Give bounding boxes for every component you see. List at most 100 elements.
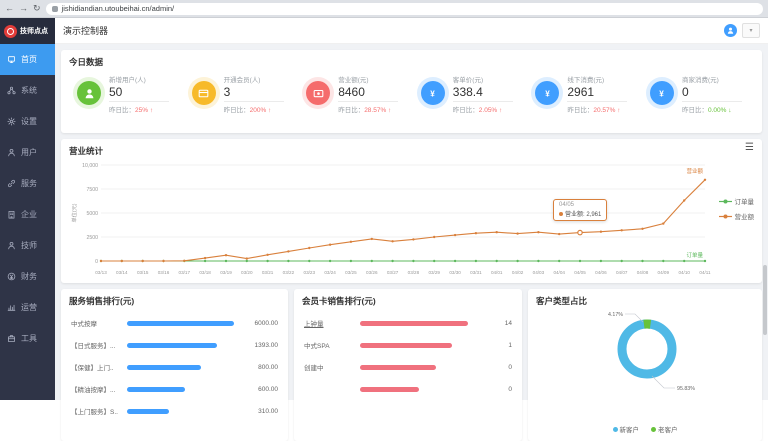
bar-chart-icon bbox=[7, 303, 16, 312]
svg-text:单位(元): 单位(元) bbox=[70, 203, 78, 222]
svg-text:03/18: 03/18 bbox=[199, 270, 211, 275]
sidebar-item-label: 工具 bbox=[21, 333, 37, 344]
rank-bar bbox=[127, 387, 185, 392]
sidebar-item-label: 运营 bbox=[21, 302, 37, 313]
today-stats-title: 今日数据 bbox=[61, 50, 762, 71]
rank-bar bbox=[360, 321, 468, 326]
svg-text:03/23: 03/23 bbox=[304, 270, 316, 275]
rank-value: 14 bbox=[474, 320, 512, 327]
stat-value: 0 bbox=[682, 85, 742, 99]
svg-text:7500: 7500 bbox=[86, 187, 98, 193]
rank-row: 【精油按摩】...600.00 bbox=[71, 378, 278, 400]
svg-text:04/03: 04/03 bbox=[533, 270, 545, 275]
stat-icon-circle bbox=[192, 81, 216, 105]
member-card-rank-panel: 会员卡销售排行(元) 上钟量14中式SPA1创建中00 bbox=[294, 289, 522, 441]
brand-logo-icon bbox=[4, 25, 17, 38]
slice-label: 95.83% bbox=[677, 386, 695, 392]
sidebar-item-services[interactable]: 服务 bbox=[0, 168, 55, 199]
rank-row: 【保健】上门..800.00 bbox=[71, 356, 278, 378]
sidebar-item-settings[interactable]: 设置 bbox=[0, 106, 55, 137]
divider bbox=[338, 101, 398, 102]
divider bbox=[453, 101, 513, 102]
svg-text:0: 0 bbox=[95, 259, 98, 265]
user-menu-button[interactable]: ▾ bbox=[742, 23, 760, 38]
svg-text:04/05: 04/05 bbox=[574, 270, 586, 275]
rank-value: 1393.00 bbox=[240, 342, 278, 349]
rank-row: 上钟量 14 bbox=[304, 312, 512, 334]
user-icon bbox=[7, 148, 16, 157]
sidebar-item-users[interactable]: 用户 bbox=[0, 137, 55, 168]
browser-refresh-icon[interactable]: ↻ bbox=[33, 4, 41, 13]
sidebar-item-tools[interactable]: 工具 bbox=[0, 323, 55, 354]
rank-bar bbox=[360, 387, 419, 392]
legend-item[interactable]: 营业额 bbox=[719, 211, 755, 221]
x-axis-labels: 03/1303/1403/1503/1603/1703/1803/1903/20… bbox=[95, 270, 711, 275]
customer-type-panel: 客户类型占比 4.17%95.83% 新客户老客户 bbox=[528, 289, 762, 441]
donut-legend-item[interactable]: 老客户 bbox=[651, 424, 678, 434]
rank-label[interactable]: 上钟量 bbox=[304, 318, 354, 328]
svg-text:¥: ¥ bbox=[660, 89, 665, 98]
page-title: 演示控制器 bbox=[63, 24, 108, 37]
address-bar[interactable]: jishidiandian.utoubeihai.cn/admin/ bbox=[46, 3, 763, 15]
divider bbox=[109, 101, 169, 102]
stat-change: 昨日比：20.57% ↑ bbox=[567, 104, 627, 114]
stat-value: 50 bbox=[109, 85, 169, 99]
scrollbar[interactable] bbox=[763, 265, 767, 335]
rank-bar-track bbox=[127, 365, 234, 370]
stat-value: 2961 bbox=[567, 85, 627, 99]
site-info-icon[interactable] bbox=[52, 6, 58, 12]
sidebar-item-operations[interactable]: 运营 bbox=[0, 292, 55, 323]
sidebar-item-label: 企业 bbox=[21, 209, 37, 220]
svg-text:04/09: 04/09 bbox=[658, 270, 670, 275]
sidebar-item-system[interactable]: 系统 bbox=[0, 75, 55, 106]
app-logo[interactable]: 技师点点 bbox=[0, 18, 55, 44]
chart-tooltip: 04/05 营业额: 2,961 bbox=[553, 199, 607, 221]
gear-icon bbox=[7, 117, 16, 126]
sidebar-item-label: 财务 bbox=[21, 271, 37, 282]
svg-text:03/20: 03/20 bbox=[241, 270, 253, 275]
rank-label: 【上门服务】S.. bbox=[71, 406, 121, 416]
svg-text:03/28: 03/28 bbox=[408, 270, 420, 275]
browser-back-icon[interactable]: ← bbox=[5, 4, 14, 13]
sidebar-item-finance[interactable]: 财务 bbox=[0, 261, 55, 292]
sidebar-item-company[interactable]: 企业 bbox=[0, 199, 55, 230]
member-card-rank-title: 会员卡销售排行(元) bbox=[294, 289, 522, 310]
sidebar-item-technicians[interactable]: 技师 bbox=[0, 230, 55, 261]
stat-change: 昨日比：28.57% ↑ bbox=[338, 104, 398, 114]
stat-icon-circle bbox=[77, 81, 101, 105]
donut-legend-item[interactable]: 新客户 bbox=[613, 424, 640, 434]
header-right: ▾ bbox=[724, 23, 760, 38]
rank-label: 【日式服务】... bbox=[71, 340, 121, 350]
svg-text:03/13: 03/13 bbox=[95, 270, 107, 275]
svg-text:营业额: 营业额 bbox=[686, 167, 703, 175]
sidebar-item-label: 系统 bbox=[21, 85, 37, 96]
member-card-rank-rows: 上钟量14中式SPA1创建中00 bbox=[294, 310, 522, 400]
browser-toolbar: ← → ↻ jishidiandian.utoubeihai.cn/admin/ bbox=[0, 0, 768, 18]
svg-text:03/29: 03/29 bbox=[428, 270, 440, 275]
tooltip-date: 04/05 bbox=[559, 202, 601, 208]
service-rank-title: 服务销售排行(元) bbox=[61, 289, 288, 310]
svg-text:03/16: 03/16 bbox=[158, 270, 170, 275]
legend-dot-icon bbox=[613, 427, 618, 432]
rank-row: 创建中0 bbox=[304, 356, 512, 378]
stat-card: 新增用户(人)50昨日比：25% ↑ bbox=[73, 74, 177, 114]
chevron-down-icon: ▾ bbox=[749, 27, 752, 34]
legend-item[interactable]: 订单量 bbox=[719, 196, 755, 206]
rank-label: 创建中 bbox=[304, 362, 354, 372]
hamburger-menu-icon[interactable]: ☰ bbox=[745, 143, 754, 153]
stat-value: 8460 bbox=[338, 85, 398, 99]
coin-icon bbox=[7, 272, 16, 281]
divider bbox=[682, 101, 742, 102]
user-avatar[interactable] bbox=[724, 24, 737, 37]
stat-label: 线下消费(元) bbox=[567, 74, 627, 84]
legend-label: 营业额 bbox=[735, 211, 755, 221]
link-icon bbox=[7, 179, 16, 188]
rank-bar-track bbox=[127, 343, 234, 348]
browser-forward-icon[interactable]: → bbox=[19, 4, 28, 13]
rank-label: 【保健】上门.. bbox=[71, 362, 121, 372]
sidebar-item-home[interactable]: 首页 bbox=[0, 44, 55, 75]
svg-text:03/26: 03/26 bbox=[366, 270, 378, 275]
rank-bar bbox=[360, 343, 452, 348]
technician-icon bbox=[7, 241, 16, 250]
legend-label: 老客户 bbox=[658, 424, 678, 434]
